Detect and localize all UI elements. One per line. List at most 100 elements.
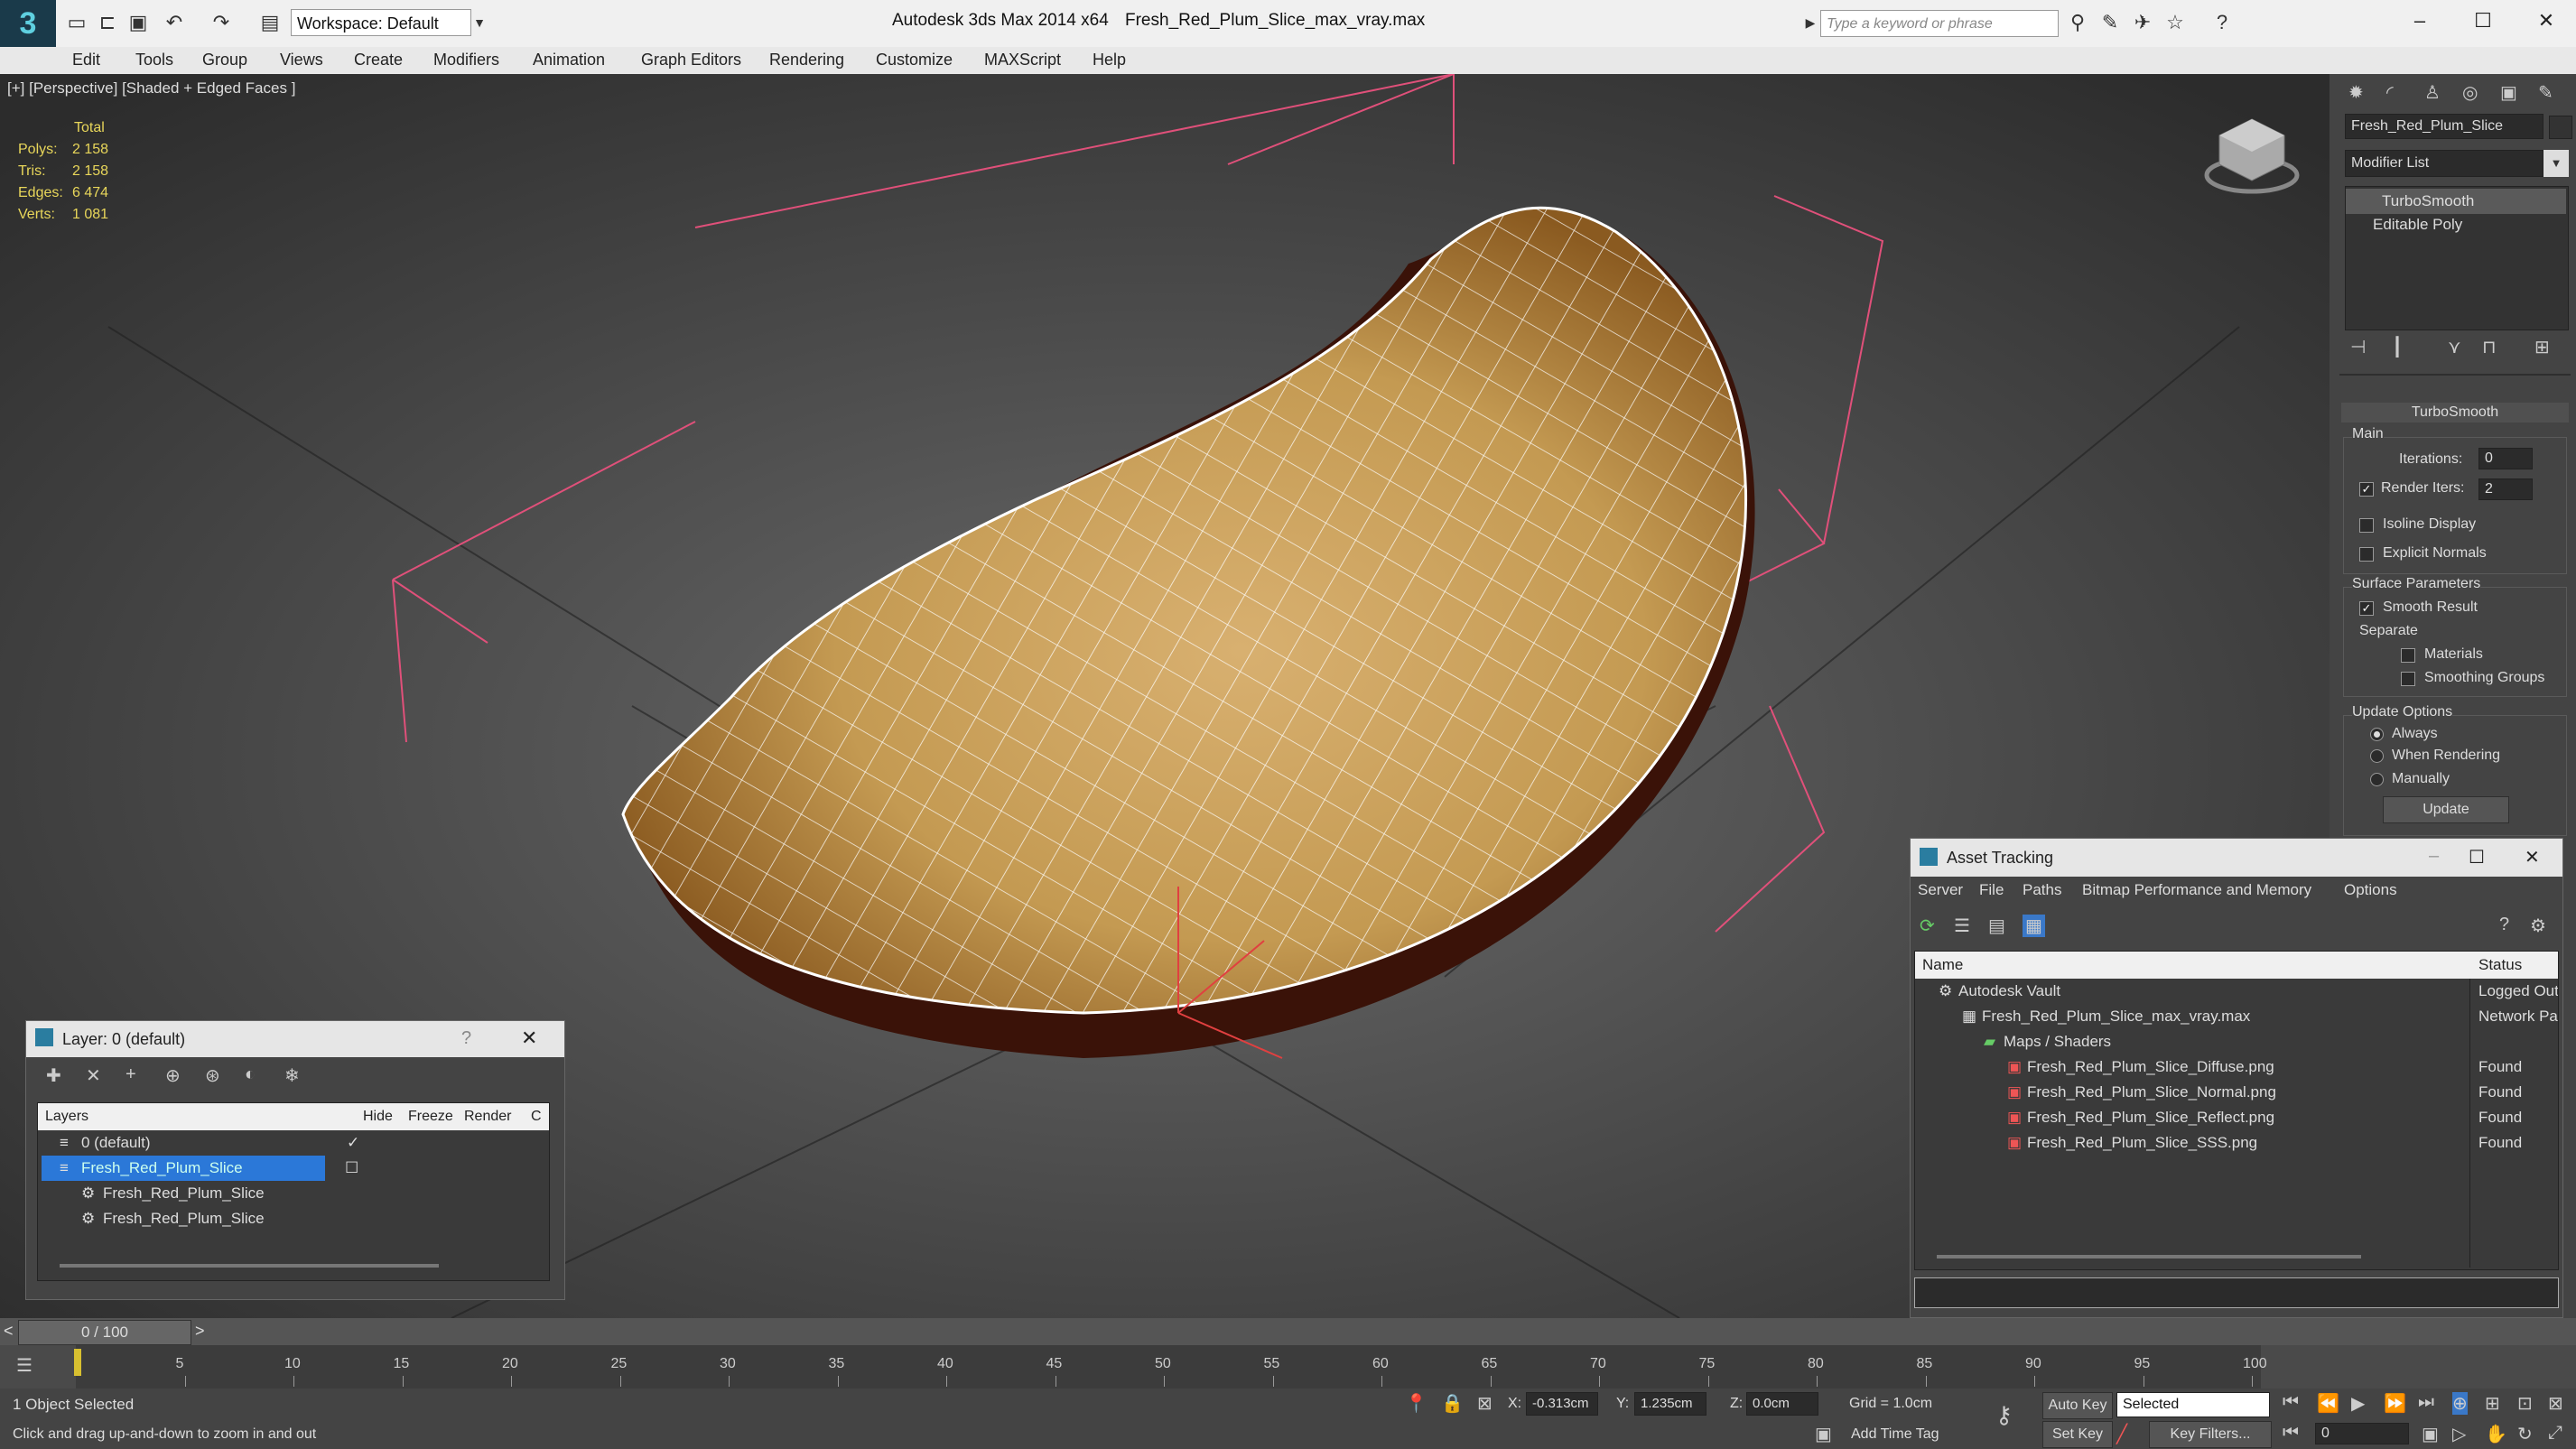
asset-menu-file[interactable]: File [1979, 877, 2004, 904]
select-in-layer-icon[interactable]: ⊕ [165, 1064, 181, 1087]
curve-editor-icon[interactable]: ☰ [16, 1354, 33, 1377]
layer-row-plum[interactable]: ≡ Fresh_Red_Plum_Slice ☐ [38, 1156, 549, 1181]
asset-tracking-header[interactable]: Asset Tracking – ☐ ✕ [1911, 839, 2562, 877]
maximize-icon[interactable]: ☐ [2465, 7, 2501, 34]
menu-create[interactable]: Create [354, 51, 403, 70]
motion-tab-icon[interactable]: ◎ [2462, 81, 2478, 104]
col-status[interactable]: Status [2478, 952, 2522, 979]
menu-rendering[interactable]: Rendering [769, 51, 844, 70]
asset-row-vault[interactable]: ⚙ Autodesk Vault Logged Out [1920, 979, 2558, 1004]
layer-row-object-1[interactable]: ⚙ Fresh_Red_Plum_Slice [38, 1181, 549, 1206]
col-layers[interactable]: Layers [45, 1103, 88, 1130]
workspace-dropdown[interactable]: Workspace: Default [291, 9, 471, 36]
auto-key-button[interactable]: Auto Key [2042, 1392, 2113, 1419]
menu-maxscript[interactable]: MAXScript [984, 51, 1061, 70]
asset-maximize-icon[interactable]: ☐ [2469, 846, 2485, 868]
next-frame-icon[interactable]: ⏩ [2384, 1392, 2406, 1415]
search-expand-icon[interactable]: ▶ [1799, 11, 1822, 34]
refresh-icon[interactable]: ⟳ [1920, 915, 1935, 937]
turbosmooth-rollout-title[interactable]: TurboSmooth [2341, 403, 2569, 423]
selection-lock-icon[interactable]: 🔒 [1441, 1392, 1464, 1415]
make-unique-icon[interactable]: ⋎ [2448, 336, 2461, 358]
asset-list-scrollbar[interactable] [1937, 1255, 2361, 1259]
search-input[interactable]: Type a keyword or phrase [1820, 10, 2059, 37]
minimize-icon[interactable]: – [2402, 7, 2438, 34]
current-frame-marker[interactable] [74, 1349, 81, 1376]
materials-checkbox[interactable] [2401, 648, 2415, 663]
menu-edit[interactable]: Edit [72, 51, 100, 70]
col-render[interactable]: Render [464, 1103, 511, 1130]
add-time-tag-icon[interactable]: ▣ [1815, 1423, 1832, 1445]
when-rendering-radio[interactable] [2370, 749, 2384, 763]
isoline-display-checkbox[interactable] [2359, 518, 2374, 533]
utilities-tab-icon[interactable]: ✎ [2538, 81, 2553, 104]
maximize-viewport-icon[interactable]: ⤢ [2548, 1423, 2562, 1444]
y-coordinate-field[interactable]: 1.235cm [1634, 1392, 1706, 1416]
asset-minimize-icon[interactable]: – [2429, 846, 2439, 867]
project-folder-icon[interactable]: ▤ [258, 11, 282, 34]
configure-sets-icon[interactable]: ⊞ [2534, 336, 2550, 358]
orbit-icon[interactable]: ↻ [2517, 1423, 2533, 1445]
field-of-view-icon[interactable]: ▷ [2452, 1423, 2466, 1445]
asset-row-scene[interactable]: ▦ Fresh_Red_Plum_Slice_max_vray.max Netw… [1920, 1004, 2558, 1029]
zoom-all-icon[interactable]: ⊞ [2485, 1392, 2500, 1415]
communication-icon[interactable]: ✈ [2131, 11, 2154, 34]
menu-animation[interactable]: Animation [533, 51, 605, 70]
menu-help[interactable]: Help [1093, 51, 1126, 70]
remove-modifier-icon[interactable]: ⊓ [2482, 336, 2497, 358]
layer-dialog-help-icon[interactable]: ? [461, 1028, 471, 1049]
modifier-list-chevron-icon[interactable]: ▼ [2543, 150, 2569, 177]
asset-menu-bitmap[interactable]: Bitmap Performance and Memory [2082, 877, 2311, 904]
smoothing-groups-checkbox[interactable] [2401, 672, 2415, 686]
absolute-mode-icon[interactable]: ⊠ [1477, 1392, 1493, 1415]
undo-icon[interactable]: ↶ [163, 11, 186, 34]
manually-radio[interactable] [2370, 773, 2384, 786]
show-end-result-icon[interactable]: ┃ [2392, 336, 2403, 358]
asset-row-diffuse[interactable]: ▣ Fresh_Red_Plum_Slice_Diffuse.png Found [1920, 1054, 2553, 1080]
goto-end-icon[interactable]: ⏭ [2418, 1392, 2434, 1413]
layer-row-default[interactable]: ≡ 0 (default) ✓ [38, 1130, 549, 1156]
menu-modifiers[interactable]: Modifiers [433, 51, 499, 70]
always-radio[interactable] [2370, 728, 2384, 741]
favorites-star-icon[interactable]: ☆ [2163, 11, 2187, 34]
menu-customize[interactable]: Customize [876, 51, 953, 70]
menu-views[interactable]: Views [280, 51, 323, 70]
render-iters-spinner[interactable]: 2 [2478, 478, 2533, 500]
asset-settings-icon[interactable]: ⚙ [2530, 915, 2546, 937]
add-to-layer-icon[interactable]: + [126, 1064, 136, 1085]
object-name-field[interactable]: Fresh_Red_Plum_Slice [2345, 114, 2543, 139]
hierarchy-tab-icon[interactable]: ♙ [2424, 81, 2441, 104]
asset-row-normal[interactable]: ▣ Fresh_Red_Plum_Slice_Normal.png Found [1920, 1080, 2553, 1105]
help-icon[interactable]: ? [2210, 11, 2234, 34]
asset-menu-paths[interactable]: Paths [2023, 877, 2061, 904]
asset-row-maps[interactable]: ▰ Maps / Shaders [1920, 1029, 2553, 1054]
col-freeze[interactable]: Freeze [408, 1103, 453, 1130]
isolate-icon[interactable]: 📍 [1405, 1392, 1427, 1415]
active-box-icon[interactable]: ☐ [345, 1156, 358, 1181]
add-time-tag-label[interactable]: Add Time Tag [1851, 1426, 1939, 1443]
highlight-layer-icon[interactable]: ⊛ [205, 1064, 220, 1087]
close-icon[interactable]: ✕ [2528, 7, 2564, 34]
col-color[interactable]: C [531, 1103, 542, 1130]
stack-item-editable-poly[interactable]: Editable Poly [2346, 212, 2462, 237]
layer-list-scrollbar[interactable] [60, 1264, 439, 1268]
menu-group[interactable]: Group [202, 51, 247, 70]
asset-menu-server[interactable]: Server [1918, 877, 1963, 904]
iterations-spinner[interactable]: 0 [2478, 448, 2533, 469]
key-filters-button[interactable]: Key Filters... [2149, 1421, 2272, 1448]
time-slider-thumb[interactable]: 0 / 100 [18, 1320, 191, 1345]
display-tab-icon[interactable]: ▣ [2500, 81, 2517, 104]
time-config-icon[interactable]: ▣ [2422, 1423, 2439, 1445]
zoom-extents-all-icon[interactable]: ⊠ [2548, 1392, 2563, 1415]
stack-item-turbosmooth[interactable]: TurboSmooth [2346, 189, 2566, 214]
menu-tools[interactable]: Tools [135, 51, 173, 70]
viewport-label[interactable]: [+] [Perspective] [Shaded + Edged Faces … [7, 79, 295, 98]
x-coordinate-field[interactable]: -0.313cm [1526, 1392, 1598, 1416]
play-icon[interactable]: ▶ [2351, 1392, 2365, 1415]
asset-row-sss[interactable]: ▣ Fresh_Red_Plum_Slice_SSS.png Found [1920, 1130, 2553, 1156]
time-next-button[interactable]: > [195, 1322, 205, 1341]
zoom-extents-icon[interactable]: ⊡ [2517, 1392, 2533, 1415]
hide-all-layers-icon[interactable]: ◐ [245, 1064, 256, 1085]
pin-stack-icon[interactable]: ⊣ [2350, 336, 2366, 358]
grid-view-icon[interactable]: ▦ [2023, 915, 2045, 937]
